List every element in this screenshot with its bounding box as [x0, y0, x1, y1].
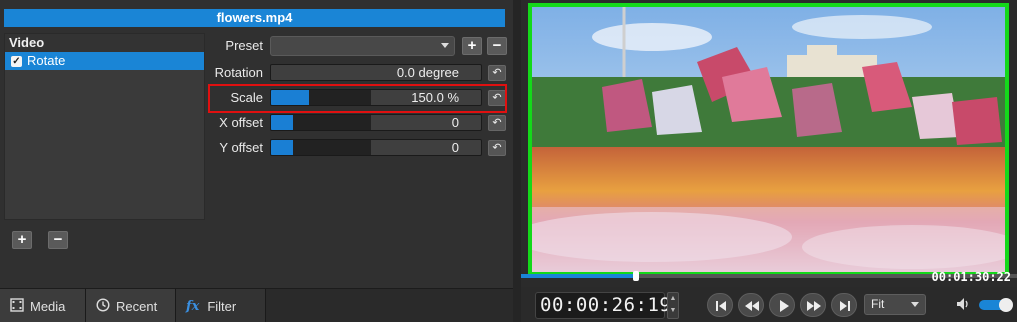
x-offset-slider[interactable]: 0	[270, 114, 482, 131]
add-preset-button[interactable]: +	[462, 37, 482, 55]
tab-media-label: Media	[30, 298, 66, 314]
skip-previous-button[interactable]	[707, 293, 733, 317]
app-window: flowers.mp4 Video ✓ Rotate + − Preset + …	[0, 0, 1017, 322]
clip-title: flowers.mp4	[4, 9, 505, 27]
skip-next-icon	[840, 301, 850, 311]
reset-x-offset-button[interactable]: ↶	[488, 115, 506, 131]
play-button[interactable]	[769, 293, 795, 317]
player-panel: 00:01:30:22 00:00:26:19 ▲ ▼ Fit	[521, 0, 1017, 322]
reset-y-offset-button[interactable]: ↶	[488, 140, 506, 156]
chevron-down-icon	[441, 43, 449, 48]
rotation-slider[interactable]: 0.0 degree	[270, 64, 482, 81]
delete-preset-button[interactable]: −	[487, 37, 507, 55]
reset-rotation-button[interactable]: ↶	[488, 65, 506, 81]
zoom-select[interactable]: Fit	[864, 294, 926, 315]
filter-item-rotate[interactable]: ✓ Rotate	[5, 52, 204, 70]
filters-panel: flowers.mp4 Video ✓ Rotate + − Preset + …	[0, 0, 513, 322]
slider-track	[371, 140, 481, 155]
preset-select[interactable]	[270, 36, 455, 56]
duration-label: 00:01:30:22	[931, 270, 1011, 284]
remove-filter-button[interactable]: −	[48, 231, 68, 249]
rewind-icon	[745, 301, 759, 311]
selection-highlight	[208, 84, 507, 113]
volume-slider-handle[interactable]	[999, 298, 1013, 312]
tab-filter-label: Filter	[207, 298, 237, 314]
tab-recent-label: Recent	[116, 298, 158, 314]
x-offset-label: X offset	[219, 115, 263, 130]
fast-forward-icon	[807, 301, 821, 311]
transport-bar: 00:00:26:19 ▲ ▼ Fit	[521, 287, 1017, 322]
tab-filter[interactable]: fx Filter	[176, 289, 266, 322]
add-filter-button[interactable]: +	[12, 231, 32, 249]
film-icon	[10, 297, 24, 315]
slider-track	[371, 115, 481, 130]
y-offset-value: 0	[451, 140, 459, 155]
tab-recent[interactable]: Recent	[86, 289, 176, 322]
rotation-label: Rotation	[214, 65, 263, 80]
dock-tabs: Media Recent fx Filter	[0, 288, 513, 322]
checkbox-icon[interactable]: ✓	[11, 55, 22, 67]
playhead-handle[interactable]	[633, 271, 639, 281]
skip-previous-icon	[716, 301, 726, 311]
fx-icon: fx	[186, 298, 200, 314]
slider-fill	[271, 115, 293, 130]
preset-label: Preset	[225, 38, 263, 53]
zoom-value: Fit	[871, 297, 885, 311]
y-offset-label: Y offset	[219, 140, 263, 155]
video-frame-image	[532, 7, 1005, 272]
timecode-stepper[interactable]: ▲ ▼	[667, 292, 679, 319]
chevron-down-icon	[911, 302, 919, 307]
filter-list-header: Video	[5, 34, 204, 52]
filter-list[interactable]: Video ✓ Rotate	[4, 33, 205, 220]
panel-splitter[interactable]	[513, 0, 521, 322]
rotation-value: 0.0 degree	[396, 65, 459, 80]
fast-forward-button[interactable]	[800, 293, 826, 317]
timecode-field[interactable]: 00:00:26:19	[535, 292, 671, 319]
play-icon	[780, 300, 789, 312]
clock-icon	[96, 297, 110, 315]
y-offset-slider[interactable]: 0	[270, 139, 482, 156]
video-preview[interactable]	[528, 3, 1009, 276]
rewind-button[interactable]	[738, 293, 764, 317]
filter-item-label: Rotate	[27, 53, 66, 68]
skip-next-button[interactable]	[831, 293, 857, 317]
slider-fill	[271, 140, 293, 155]
playback-progress	[521, 274, 636, 278]
tab-media[interactable]: Media	[0, 289, 86, 322]
x-offset-value: 0	[451, 115, 459, 130]
volume-icon[interactable]	[956, 297, 972, 311]
